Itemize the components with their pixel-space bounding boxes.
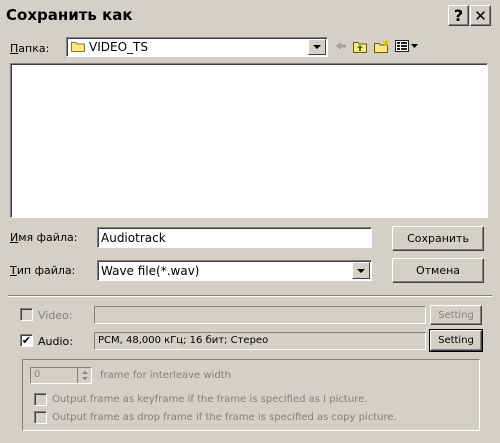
- filename-label: Имя файла:: [10, 231, 78, 244]
- help-icon: ?: [453, 6, 464, 25]
- audio-label: Audio:: [38, 335, 73, 348]
- view-menu-icon[interactable]: [394, 38, 420, 54]
- cancel-button[interactable]: Отмена: [392, 258, 484, 283]
- keyframe-checkbox[interactable]: [34, 393, 47, 406]
- window-title: Сохранить как: [6, 6, 133, 24]
- location-label: Папка:: [10, 42, 50, 55]
- audio-setting-button[interactable]: Setting: [429, 329, 483, 352]
- location-value: VIDEO_TS: [89, 40, 148, 54]
- chevron-down-icon[interactable]: [308, 39, 326, 55]
- filetype-combo[interactable]: Wave file(*.wav): [97, 260, 372, 281]
- keyframe-label: Output frame as keyframe if the frame is…: [52, 394, 368, 405]
- up-folder-icon[interactable]: [352, 38, 368, 54]
- audio-checkbox[interactable]: ✔: [20, 334, 33, 347]
- back-icon[interactable]: [334, 38, 348, 54]
- save-button[interactable]: Сохранить: [392, 226, 484, 251]
- interleave-label: frame for interleave width: [100, 370, 231, 381]
- filename-value: Audiotrack: [101, 231, 166, 245]
- separator: [8, 295, 492, 297]
- dropframe-checkbox[interactable]: [34, 411, 47, 424]
- video-field: [94, 306, 426, 324]
- video-checkbox[interactable]: [20, 308, 33, 321]
- close-icon: ✕: [474, 6, 487, 25]
- audio-field: PCM, 48,000 кГц; 16 бит; Стерео: [94, 332, 426, 350]
- close-button[interactable]: ✕: [470, 5, 491, 26]
- file-list[interactable]: [10, 63, 488, 218]
- new-folder-icon[interactable]: [373, 37, 391, 54]
- chevron-down-icon[interactable]: [352, 262, 370, 279]
- spinner-arrows-icon[interactable]: [77, 368, 91, 383]
- location-combo[interactable]: VIDEO_TS: [66, 37, 328, 57]
- help-button[interactable]: ?: [448, 5, 469, 26]
- folder-icon: [71, 41, 85, 52]
- filetype-value: Wave file(*.wav): [101, 264, 200, 278]
- video-setting-button[interactable]: Setting: [430, 305, 482, 325]
- checkmark-icon: ✔: [21, 334, 32, 347]
- dropframe-label: Output frame as drop frame if the frame …: [52, 412, 397, 423]
- filename-input[interactable]: Audiotrack: [97, 227, 372, 248]
- interleave-spinner[interactable]: 0: [30, 367, 92, 384]
- filetype-label: Тип файла:: [10, 264, 76, 277]
- video-label: Video:: [38, 309, 73, 322]
